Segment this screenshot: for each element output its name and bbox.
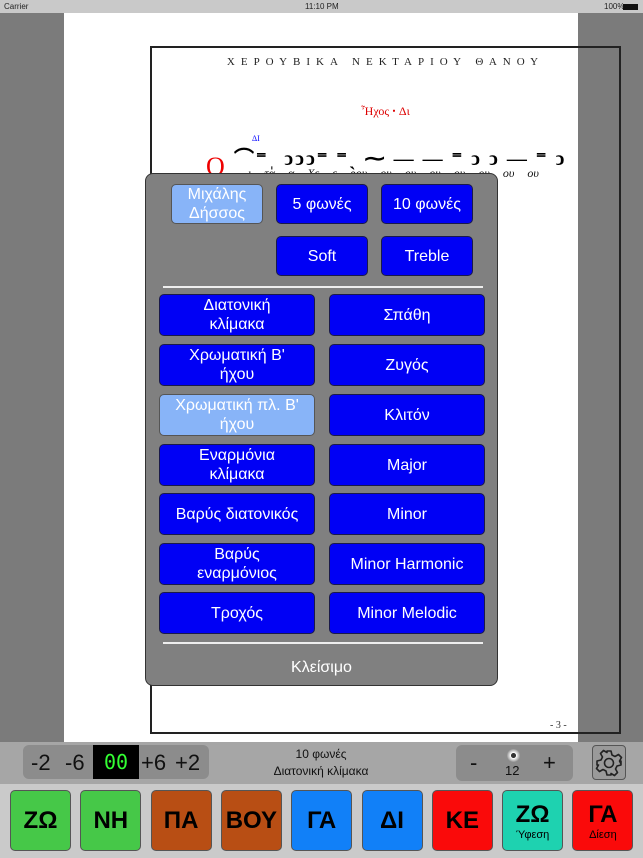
battery: 100% [604, 2, 625, 11]
score-title: ΧΕΡΟΥΒΙΚΑ ΝΕΚΤΑΡΙΟΥ ΘΑΝΟΥ [226, 56, 545, 68]
scale-button[interactable]: Ζυγός [329, 344, 485, 386]
ten-voices-button[interactable]: 10 φωνές [381, 184, 473, 224]
note-label: ΠΑ [163, 806, 199, 834]
volume-down-button[interactable]: - [470, 750, 477, 776]
divider [163, 642, 483, 644]
scale-button[interactable]: Βαρύς εναρμόνιος [159, 543, 315, 585]
scale-button[interactable]: Minor Harmonic [329, 543, 485, 585]
close-button[interactable]: Κλείσιμο [146, 659, 497, 677]
toolbar: -2 -6 00 +6 +2 10 φωνές Διατονική κλίμακ… [0, 742, 643, 784]
accidental-label: Ύφεση [515, 828, 550, 841]
carrier: Carrier [4, 2, 29, 11]
note-key[interactable]: ΚΕ [431, 790, 493, 851]
note-label: ΖΩ [23, 806, 58, 834]
scale-button[interactable]: Σπάθη [329, 294, 485, 336]
volume-value: 12 [505, 763, 520, 778]
note-key[interactable]: ΓΑ [291, 790, 353, 851]
scale-button[interactable]: Minor [329, 493, 485, 535]
transpose-display: 00 [93, 745, 139, 779]
gear-icon [595, 749, 623, 776]
divider [163, 286, 483, 288]
note-label: ΓΑ [307, 806, 337, 834]
note-label: ΓΑ [588, 800, 618, 828]
speaker-icon [507, 749, 520, 762]
voices-label: 10 φωνές [295, 747, 347, 761]
note-key[interactable]: ΖΩ Ύφεση [502, 790, 564, 851]
status-bar: Carrier 11:10 PM 100% [0, 0, 643, 13]
clock: 11:10 PM [305, 2, 339, 11]
soft-button[interactable]: Soft [276, 236, 368, 276]
minus-6-button[interactable]: -6 [65, 750, 85, 776]
plus-2-button[interactable]: +2 [175, 750, 200, 776]
scale-button[interactable]: Βαρύς διατονικός [159, 493, 315, 535]
echos-label: Ἦχος ꞏ Δι [361, 104, 410, 118]
transpose-control: -2 -6 00 +6 +2 [23, 745, 209, 779]
scale-button[interactable]: Minor Melodic [329, 592, 485, 634]
plus-6-button[interactable]: +6 [141, 750, 166, 776]
note-key[interactable]: ΔΙ [361, 790, 423, 851]
scale-button[interactable]: Major [329, 444, 485, 486]
scale-label: Διατονική κλίμακα [273, 764, 369, 778]
note-key[interactable]: ΠΑ [150, 790, 212, 851]
page-number: - 3 - [550, 720, 567, 731]
current-settings: 10 φωνές Διατονική κλίμακα [230, 746, 412, 780]
note-label: ΖΩ [515, 800, 550, 828]
note-key[interactable]: ΒΟΥ [220, 790, 282, 851]
scale-button[interactable]: Χρωματική Β' ήχου [159, 344, 315, 386]
note-label: ΒΟΥ [225, 806, 278, 834]
accidental-label: Δίεση [589, 828, 617, 841]
settings-button[interactable] [592, 745, 626, 780]
voice-button[interactable]: Μιχάλης Δήσσος [171, 184, 263, 224]
scale-button[interactable]: Κλιτόν [329, 394, 485, 436]
scale-button[interactable]: Εναρμόνια κλίμακα [159, 444, 315, 486]
note-label: ΚΕ [445, 806, 479, 834]
scale-button[interactable]: Χρωματική πλ. Β' ήχου [159, 394, 315, 436]
note-key[interactable]: ΝΗ [80, 790, 142, 851]
scale-button[interactable]: Διατονική κλίμακα [159, 294, 315, 336]
volume-control: - 12 + [456, 745, 573, 781]
minus-2-button[interactable]: -2 [31, 750, 51, 776]
five-voices-button[interactable]: 5 φωνές [276, 184, 368, 224]
note-label: ΔΙ [380, 806, 404, 834]
volume-up-button[interactable]: + [543, 750, 556, 776]
battery-icon [623, 4, 638, 10]
scale-button[interactable]: Τροχός [159, 592, 315, 634]
note-label: ΝΗ [93, 806, 129, 834]
scale-popup: Μιχάλης Δήσσος 5 φωνές 10 φωνές Soft Tre… [145, 173, 498, 686]
note-keyboard: ΖΩ ΝΗ ΠΑ ΒΟΥ ΓΑ ΔΙ ΚΕ ΖΩ Ύφεση ΓΑ Δίεση [0, 784, 643, 858]
note-key[interactable]: ΖΩ [10, 790, 71, 851]
treble-button[interactable]: Treble [381, 236, 473, 276]
note-key[interactable]: ΓΑ Δίεση [572, 790, 634, 851]
